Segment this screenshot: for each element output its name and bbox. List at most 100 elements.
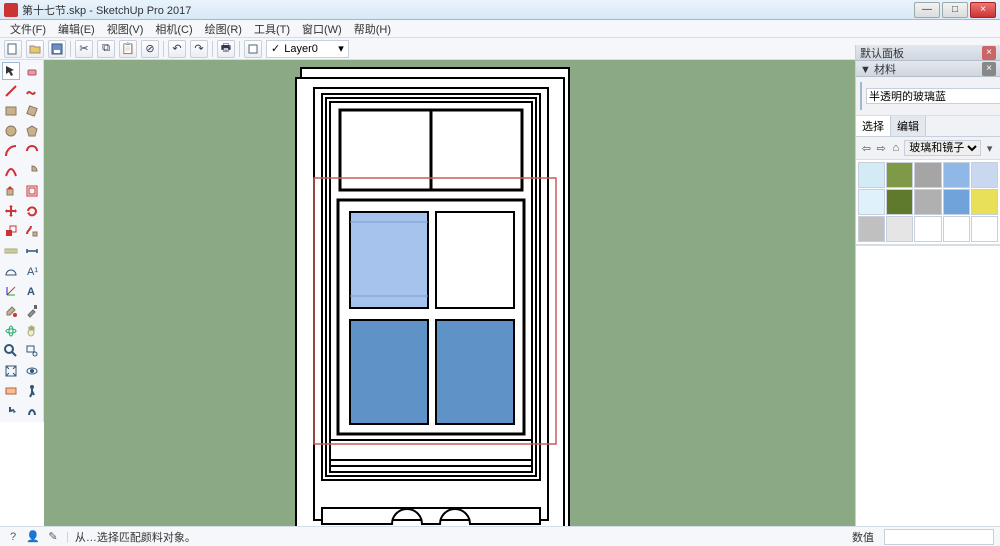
tab-select[interactable]: 选择 xyxy=(856,116,891,136)
maximize-button[interactable]: □ xyxy=(942,2,968,18)
scale-tool-icon[interactable] xyxy=(2,222,20,240)
svg-text:A: A xyxy=(27,286,35,298)
tb-open-icon[interactable] xyxy=(26,40,44,58)
select-tool-icon[interactable] xyxy=(2,62,20,80)
pan-tool-icon[interactable] xyxy=(23,322,41,340)
tb-redo-icon[interactable]: ↷ xyxy=(190,40,208,58)
material-swatch[interactable] xyxy=(971,162,998,188)
layer-selector[interactable]: ✓ ▾ xyxy=(266,40,349,58)
window-title: 第十七节.skp - SketchUp Pro 2017 xyxy=(22,2,914,18)
sample-tool-icon[interactable] xyxy=(23,302,41,320)
right-panel: 默认面板 × ▼ 材料 × ▤ ◪ 选择 编辑 ⇦ ⇨ ⌂ 玻璃和镜子 ▾ xyxy=(855,45,1000,526)
help-icon[interactable]: ? xyxy=(6,530,20,544)
tb-undo-icon[interactable]: ↶ xyxy=(168,40,186,58)
menu-help[interactable]: 帮助(H) xyxy=(348,21,397,37)
tb-copy-icon[interactable]: ⧉ xyxy=(97,40,115,58)
layer-name-input[interactable] xyxy=(284,43,334,55)
minimize-button[interactable]: — xyxy=(914,2,940,18)
pie-tool-icon[interactable] xyxy=(23,162,41,180)
text-tool-icon[interactable]: A¹ xyxy=(23,262,41,280)
material-swatch[interactable] xyxy=(943,162,970,188)
menu-window[interactable]: 窗口(W) xyxy=(296,21,348,37)
position-camera-icon[interactable] xyxy=(23,402,41,420)
polygon-tool-icon[interactable] xyxy=(23,122,41,140)
library-menu-icon[interactable]: ▾ xyxy=(983,141,996,155)
value-label: 数值 xyxy=(848,529,878,545)
material-swatch[interactable] xyxy=(943,189,970,215)
material-swatch[interactable] xyxy=(971,216,998,242)
menu-draw[interactable]: 绘图(R) xyxy=(199,21,248,37)
material-swatch[interactable] xyxy=(914,162,941,188)
tb-cut-icon[interactable]: ✂ xyxy=(75,40,93,58)
eraser-tool-icon[interactable] xyxy=(23,62,41,80)
material-name-input[interactable] xyxy=(866,88,1000,104)
zoom-extents-tool-icon[interactable] xyxy=(2,362,20,380)
offset-tool-icon[interactable] xyxy=(23,182,41,200)
material-swatch[interactable] xyxy=(886,216,913,242)
tape-tool-icon[interactable] xyxy=(2,242,20,260)
dimension-tool-icon[interactable] xyxy=(23,242,41,260)
material-library-select[interactable]: 玻璃和镜子 xyxy=(904,140,981,156)
zoom-window-tool-icon[interactable] xyxy=(23,342,41,360)
tab-edit[interactable]: 编辑 xyxy=(891,116,926,136)
previous-view-icon[interactable] xyxy=(23,362,41,380)
look-tool-icon[interactable] xyxy=(2,402,20,420)
materials-header[interactable]: ▼ 材料 × xyxy=(856,61,1000,77)
tb-paste-icon[interactable]: 📋 xyxy=(119,40,137,58)
tb-delete-icon[interactable]: ⊘ xyxy=(141,40,159,58)
default-tray-label: 默认面板 xyxy=(860,45,904,61)
arc3-tool-icon[interactable] xyxy=(2,162,20,180)
material-swatch[interactable] xyxy=(886,162,913,188)
orbit-tool-icon[interactable] xyxy=(2,322,20,340)
svg-text:A¹: A¹ xyxy=(27,266,38,278)
rectangle-tool-icon[interactable] xyxy=(2,102,20,120)
menu-camera[interactable]: 相机(C) xyxy=(149,21,198,37)
material-swatch[interactable] xyxy=(971,189,998,215)
status-bar: ? 👤 ✎ | 从…选择匹配颜料对象。 数值 xyxy=(0,526,1000,546)
back-icon[interactable]: ⇦ xyxy=(860,141,873,155)
material-swatch[interactable] xyxy=(858,162,885,188)
material-swatch[interactable] xyxy=(914,189,941,215)
geo-icon[interactable]: 👤 xyxy=(26,530,40,544)
rotate-tool-icon[interactable] xyxy=(23,202,41,220)
menu-view[interactable]: 视图(V) xyxy=(101,21,150,37)
menu-file[interactable]: 文件(F) xyxy=(4,21,52,37)
tb-save-icon[interactable] xyxy=(48,40,66,58)
freehand-tool-icon[interactable] xyxy=(23,82,41,100)
materials-collapse-icon[interactable]: × xyxy=(982,62,996,76)
tb-new-icon[interactable] xyxy=(4,40,22,58)
material-swatch[interactable] xyxy=(914,216,941,242)
followme-tool-icon[interactable] xyxy=(23,222,41,240)
material-swatch[interactable] xyxy=(858,216,885,242)
rotated-rect-tool-icon[interactable] xyxy=(23,102,41,120)
material-swatch[interactable] xyxy=(858,189,885,215)
walk-tool-icon[interactable] xyxy=(23,382,41,400)
axes-tool-icon[interactable] xyxy=(2,282,20,300)
material-swatch[interactable] xyxy=(943,216,970,242)
tray-close-icon[interactable]: × xyxy=(982,46,996,60)
material-thumbnail[interactable] xyxy=(860,82,862,110)
menu-edit[interactable]: 编辑(E) xyxy=(52,21,101,37)
menu-tools[interactable]: 工具(T) xyxy=(248,21,296,37)
protractor-tool-icon[interactable] xyxy=(2,262,20,280)
material-swatch[interactable] xyxy=(886,189,913,215)
arc-tool-icon[interactable] xyxy=(2,142,20,160)
move-tool-icon[interactable] xyxy=(2,202,20,220)
pushpull-tool-icon[interactable] xyxy=(2,182,20,200)
home-icon[interactable]: ⌂ xyxy=(890,141,903,155)
credits-icon[interactable]: ✎ xyxy=(46,530,60,544)
line-tool-icon[interactable] xyxy=(2,82,20,100)
tb-model-icon[interactable] xyxy=(244,40,262,58)
paint-tool-icon[interactable] xyxy=(2,302,20,320)
default-tray-header[interactable]: 默认面板 × xyxy=(856,45,1000,61)
value-input[interactable] xyxy=(884,529,994,545)
section-tool-icon[interactable] xyxy=(2,382,20,400)
3dtext-tool-icon[interactable]: A xyxy=(23,282,41,300)
close-button[interactable]: × xyxy=(970,2,996,18)
zoom-tool-icon[interactable] xyxy=(2,342,20,360)
forward-icon[interactable]: ⇨ xyxy=(875,141,888,155)
viewport-3d[interactable] xyxy=(44,60,855,526)
tb-print-icon[interactable]: 🖶 xyxy=(217,40,235,58)
circle-tool-icon[interactable] xyxy=(2,122,20,140)
arc2-tool-icon[interactable] xyxy=(23,142,41,160)
